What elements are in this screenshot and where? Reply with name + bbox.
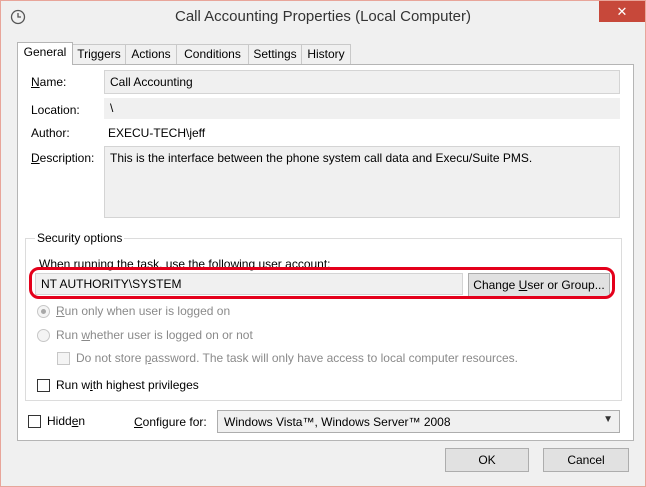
highest-privileges-label: Run with highest privileges (56, 378, 199, 392)
author-label: Author: (31, 126, 70, 140)
configure-for-value: Windows Vista™, Windows Server™ 2008 (224, 415, 451, 429)
run-only-logged-on-radio[interactable] (37, 305, 50, 318)
location-label: Location: (31, 103, 80, 117)
user-account-field[interactable]: NT AUTHORITY\SYSTEM (35, 273, 463, 295)
run-whether-logged-on-radio[interactable] (37, 329, 50, 342)
do-not-store-password-label: Do not store password. The task will onl… (76, 351, 518, 365)
tab-actions[interactable]: Actions (125, 44, 177, 64)
highest-privileges-checkbox[interactable] (37, 379, 50, 392)
hidden-label: Hidden (47, 414, 86, 428)
do-not-store-password-checkbox[interactable] (57, 352, 70, 365)
configure-for-select[interactable]: Windows Vista™, Windows Server™ 2008 ▼ (217, 410, 620, 433)
tab-triggers[interactable]: Triggers (72, 44, 126, 64)
tab-history[interactable]: History (301, 44, 351, 64)
ok-button[interactable]: OK (445, 448, 529, 472)
account-prompt: When running the task, use the following… (39, 257, 331, 271)
tab-conditions[interactable]: Conditions (176, 44, 249, 64)
properties-window: Call Accounting Properties (Local Comput… (0, 0, 646, 487)
run-only-logged-on-label: Run only when user is logged on (56, 304, 231, 318)
tab-general[interactable]: General (17, 42, 73, 65)
change-user-button[interactable]: Change User or Group... (468, 273, 610, 297)
window-title: Call Accounting Properties (Local Comput… (175, 8, 471, 25)
tab-settings[interactable]: Settings (248, 44, 302, 64)
cancel-button[interactable]: Cancel (543, 448, 629, 472)
chevron-down-icon: ▼ (603, 414, 613, 425)
author-value: EXECU-TECH\jeff (108, 126, 206, 140)
title-bar[interactable]: Call Accounting Properties (Local Comput… (1, 1, 645, 32)
name-field[interactable]: Call Accounting (104, 70, 620, 94)
description-label: Description: (31, 151, 95, 165)
hidden-checkbox[interactable] (28, 415, 41, 428)
name-label: Name: (31, 75, 67, 89)
close-button[interactable]: ✕ (599, 1, 645, 22)
configure-for-label: Configure for: (134, 415, 207, 429)
security-options-title: Security options (35, 231, 125, 245)
location-field[interactable]: \ (104, 98, 620, 119)
run-whether-logged-on-label: Run whether user is logged on or not (56, 328, 253, 342)
description-field[interactable]: This is the interface between the phone … (104, 146, 620, 218)
close-icon: ✕ (616, 4, 628, 19)
